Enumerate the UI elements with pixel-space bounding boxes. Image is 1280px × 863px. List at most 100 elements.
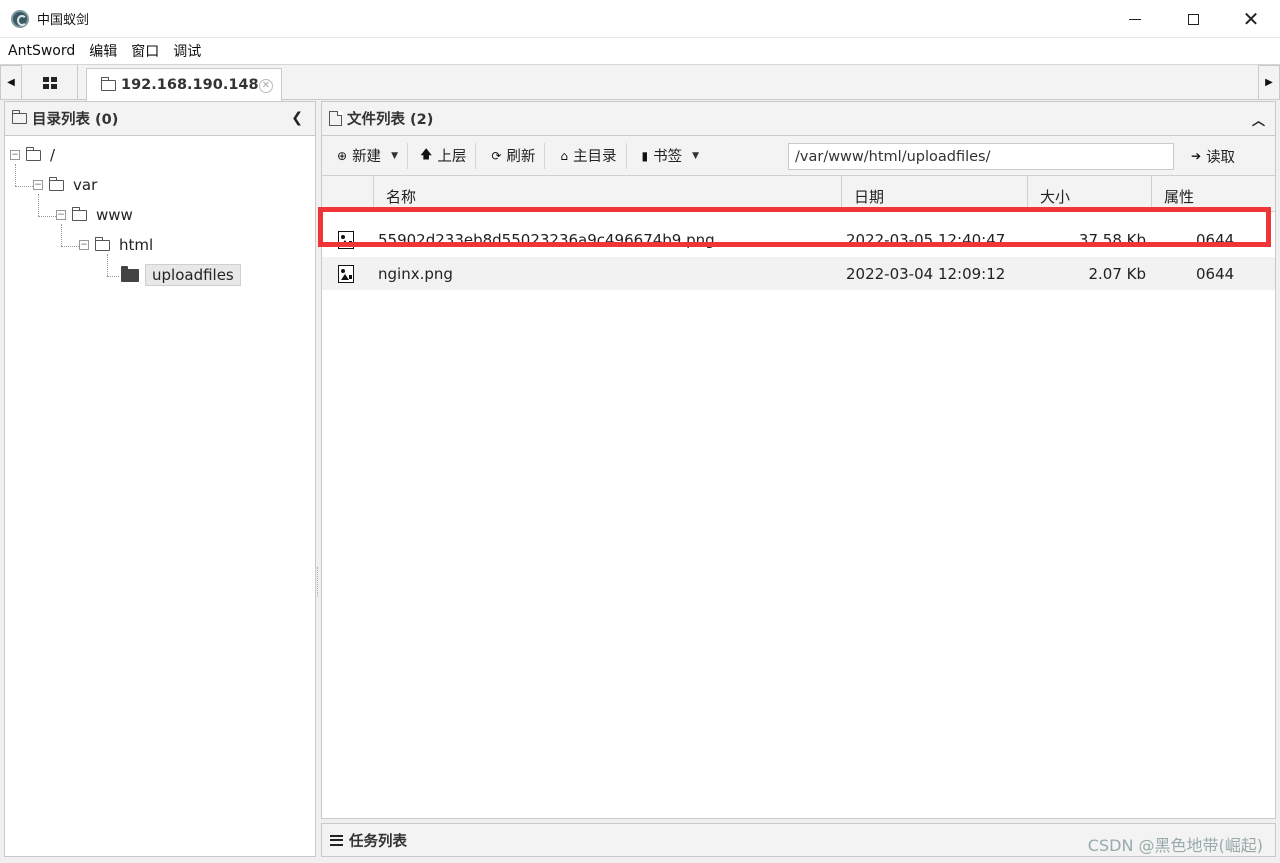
- column-header-label: 属性: [1164, 188, 1195, 206]
- column-header-icon: [322, 176, 374, 212]
- tab-close-icon[interactable]: ✕: [259, 79, 273, 93]
- arrow-right-icon: ➔: [1191, 149, 1202, 163]
- minimize-button[interactable]: [1106, 0, 1164, 38]
- read-button[interactable]: ➔ 读取: [1182, 142, 1244, 170]
- tree-item-label: /: [50, 146, 56, 164]
- path-input[interactable]: [788, 143, 1174, 170]
- new-button[interactable]: ⊕ 新建 ▼: [322, 142, 407, 170]
- antsword-logo-icon: [11, 9, 29, 28]
- file-name: nginx.png: [378, 264, 453, 283]
- title-bar: 中国蚁剑 ✕: [0, 0, 1280, 38]
- column-header-name[interactable]: 名称: [374, 176, 842, 212]
- task-panel-title: 任务列表: [349, 833, 407, 850]
- table-row[interactable]: 55902d233eb8d55023236a9c496674b9.png 202…: [322, 223, 1275, 256]
- tab-scroll-right-button[interactable]: ▶: [1258, 65, 1280, 100]
- file-date: 2022-03-04 12:09:12: [846, 264, 1006, 283]
- column-header-attr[interactable]: 属性: [1152, 176, 1275, 212]
- bookmark-icon: ▮: [641, 148, 649, 163]
- tree-item-var[interactable]: − var: [33, 172, 97, 198]
- column-header-size[interactable]: 大小: [1028, 176, 1152, 212]
- collapse-toggle-icon[interactable]: −: [79, 240, 89, 250]
- grid-icon: [43, 76, 57, 89]
- new-button-label: 新建: [352, 149, 382, 165]
- home-icon: ⌂: [560, 148, 569, 163]
- column-header-label: 日期: [854, 188, 885, 206]
- arrow-up-icon: 🡅: [419, 147, 433, 161]
- collapse-toggle-icon[interactable]: −: [10, 150, 20, 160]
- refresh-button[interactable]: ⟳ 刷新: [476, 142, 544, 170]
- folder-open-icon: [121, 265, 139, 282]
- plus-circle-icon: ⊕: [337, 148, 348, 163]
- home-dir-button[interactable]: ⌂ 主目录: [545, 142, 625, 170]
- minimize-icon: [1129, 18, 1141, 20]
- file-panel: 文件列表 (2) ︿ ⊕ 新建 ▼ 🡅 上层 ⟳ 刷新 ⌂ 主目录 ▮ 书签 ▼: [321, 101, 1276, 819]
- caret-down-icon: ▼: [391, 150, 398, 161]
- tab-shell-192-168-190-148[interactable]: 192.168.190.148 ✕: [86, 68, 282, 101]
- window-title: 中国蚁剑: [37, 13, 90, 28]
- table-row[interactable]: nginx.png 2022-03-04 12:09:12 2.07 Kb 06…: [322, 257, 1275, 290]
- tree-item-root[interactable]: − /: [10, 142, 55, 168]
- menu-edit[interactable]: 编辑: [89, 41, 117, 61]
- folder-icon: [26, 146, 41, 161]
- folder-icon: [95, 236, 110, 251]
- bookmark-button[interactable]: ▮ 书签 ▼: [627, 142, 709, 170]
- tree-item-www[interactable]: − www: [56, 202, 133, 228]
- tree-item-label: var: [73, 176, 98, 194]
- file-panel-header: 文件列表 (2) ︿: [322, 102, 1275, 136]
- collapse-toggle-icon[interactable]: −: [56, 210, 66, 220]
- file-date: 2022-03-05 12:40:47: [846, 230, 1006, 249]
- directory-panel-title: 目录列表 (0): [32, 112, 119, 128]
- folder-icon: [101, 76, 116, 91]
- file-toolbar: ⊕ 新建 ▼ 🡅 上层 ⟳ 刷新 ⌂ 主目录 ▮ 书签 ▼ ➔ 读取: [322, 136, 1275, 176]
- file-name: 55902d233eb8d55023236a9c496674b9.png: [378, 230, 715, 249]
- maximize-icon: [1187, 13, 1199, 25]
- file-panel-title: 文件列表 (2): [347, 112, 434, 128]
- collapse-panel-chevron-left-icon[interactable]: ❮: [291, 110, 303, 126]
- image-file-icon: [338, 264, 354, 283]
- file-grid-header: 名称 日期 大小 属性: [322, 176, 1275, 212]
- tree-item-label: uploadfiles: [145, 264, 241, 286]
- tree-item-uploadfiles[interactable]: uploadfiles: [121, 262, 241, 288]
- menu-debug[interactable]: 调试: [173, 41, 201, 61]
- menu-bar: AntSword 编辑 窗口 调试: [0, 38, 1280, 65]
- directory-panel: 目录列表 (0) ❮ − / − var − www − html upload…: [4, 101, 316, 857]
- file-icon: [329, 111, 342, 126]
- up-level-label: 上层: [437, 149, 467, 165]
- refresh-icon: ⟳: [491, 148, 502, 163]
- close-icon: ✕: [1242, 7, 1260, 31]
- caret-right-icon: ▶: [1265, 77, 1273, 88]
- splitter-grip-icon: [317, 567, 319, 597]
- menu-window[interactable]: 窗口: [131, 41, 159, 61]
- bookmark-label: 书签: [653, 149, 683, 165]
- column-header-label: 名称: [386, 188, 417, 206]
- file-attr: 0644: [1196, 264, 1235, 283]
- column-header-label: 大小: [1040, 188, 1071, 206]
- task-panel[interactable]: 任务列表 CSDN @黑色地带(崛起): [321, 823, 1276, 857]
- collapse-panel-chevron-up-icon[interactable]: ︿: [1252, 110, 1265, 129]
- tree-item-html[interactable]: − html: [79, 232, 153, 258]
- menu-antsword[interactable]: AntSword: [8, 43, 75, 59]
- file-attr: 0644: [1196, 230, 1235, 249]
- watermark: CSDN @黑色地带(崛起): [1087, 836, 1263, 855]
- caret-down-icon: ▼: [692, 150, 700, 161]
- refresh-label: 刷新: [506, 149, 536, 165]
- directory-panel-header: 目录列表 (0) ❮: [5, 102, 315, 136]
- tree-item-label: www: [96, 206, 133, 224]
- collapse-toggle-icon[interactable]: −: [33, 180, 43, 190]
- column-header-date[interactable]: 日期: [842, 176, 1028, 212]
- image-file-icon: [338, 230, 354, 249]
- folder-icon: [49, 176, 64, 191]
- tab-strip: ◀ 192.168.190.148 ✕ ▶: [0, 65, 1280, 101]
- window-controls: ✕: [1106, 0, 1280, 38]
- folder-icon: [12, 110, 27, 124]
- up-level-button[interactable]: 🡅 上层: [408, 142, 475, 170]
- tab-label: 192.168.190.148: [121, 77, 259, 93]
- tab-home-grid[interactable]: [23, 65, 78, 100]
- list-icon: [330, 834, 343, 846]
- caret-left-icon: ◀: [7, 77, 15, 88]
- home-dir-label: 主目录: [573, 149, 617, 165]
- close-button[interactable]: ✕: [1222, 0, 1280, 38]
- folder-icon: [72, 206, 87, 221]
- maximize-button[interactable]: [1164, 0, 1222, 38]
- tab-scroll-left-button[interactable]: ◀: [0, 65, 22, 100]
